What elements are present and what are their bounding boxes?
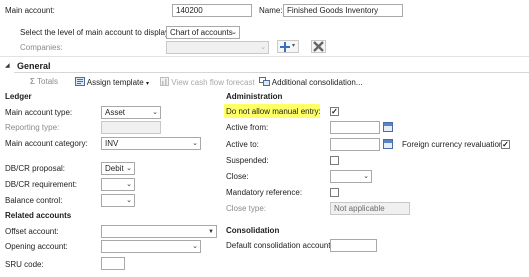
view-cash-flow-label: View cash flow forecast bbox=[171, 78, 255, 87]
mandatory-reference-checkbox[interactable] bbox=[330, 188, 339, 197]
active-to-field[interactable] bbox=[330, 138, 380, 151]
dc-proposal-label: DB/CR proposal: bbox=[5, 164, 66, 173]
consolidation-icon bbox=[259, 77, 270, 86]
main-account-category-value: INV bbox=[105, 139, 119, 148]
main-account-category-label: Main account category: bbox=[5, 139, 88, 148]
default-consolidation-account-field[interactable] bbox=[330, 239, 377, 252]
foreign-currency-revaluation-checkbox[interactable]: ✓ bbox=[501, 140, 510, 149]
sigma-icon: Σ bbox=[30, 77, 35, 86]
dc-requirement-label: DB/CR requirement: bbox=[5, 180, 78, 189]
active-from-label: Active from: bbox=[226, 123, 269, 132]
assign-template-label: Assign template bbox=[86, 78, 144, 87]
offset-account-select[interactable]: ▼ bbox=[101, 225, 217, 238]
main-account-type-select[interactable]: Asset ⌄ bbox=[101, 106, 161, 119]
level-select-value: Chart of accounts bbox=[170, 28, 233, 37]
totals-button[interactable]: Σ Totals bbox=[30, 77, 58, 87]
suspended-label: Suspended: bbox=[226, 156, 269, 165]
chevron-down-icon: ▾ bbox=[145, 81, 149, 87]
chevron-down-icon: ⌄ bbox=[126, 197, 132, 204]
administration-title: Administration bbox=[226, 92, 283, 101]
active-from-field[interactable] bbox=[330, 121, 380, 134]
section-title-general[interactable]: General bbox=[17, 61, 51, 71]
name-field[interactable]: Finished Goods Inventory bbox=[283, 4, 403, 17]
related-accounts-title: Related accounts bbox=[5, 211, 72, 220]
calendar-icon[interactable] bbox=[383, 122, 393, 132]
assign-template-button[interactable]: Assign template ▾ bbox=[75, 77, 149, 89]
ledger-title: Ledger bbox=[5, 92, 32, 101]
main-account-field[interactable]: 140200 bbox=[172, 4, 252, 17]
active-to-label: Active to: bbox=[226, 140, 259, 149]
chevron-down-icon: ⌄ bbox=[363, 173, 369, 180]
chevron-down-icon: ⌄ bbox=[126, 181, 132, 188]
section-rule bbox=[14, 72, 529, 73]
close-select[interactable]: ⌄ bbox=[330, 170, 372, 183]
plus-icon bbox=[280, 42, 290, 52]
do-not-allow-manual-entry-label: Do not allow manual entry: bbox=[226, 107, 321, 116]
additional-consolidation-label: Additional consolidation... bbox=[271, 78, 363, 87]
template-icon bbox=[75, 77, 85, 86]
sru-code-field[interactable] bbox=[101, 257, 125, 270]
level-label: Select the level of main account to disp… bbox=[20, 28, 172, 37]
do-not-allow-manual-entry-checkbox[interactable]: ✓ bbox=[330, 107, 339, 116]
remove-company-button[interactable] bbox=[311, 40, 326, 53]
main-account-type-value: Asset bbox=[105, 108, 126, 117]
main-account-category-select[interactable]: INV ⌄ bbox=[101, 137, 201, 150]
dc-proposal-value: Debit bbox=[105, 164, 124, 173]
chevron-down-icon: ⌄ bbox=[231, 29, 237, 36]
triangle-down-icon: ▼ bbox=[208, 229, 214, 235]
main-account-label: Main account: bbox=[5, 6, 55, 15]
collapse-icon[interactable]: ◢ bbox=[5, 61, 10, 71]
balance-control-select[interactable]: ⌄ bbox=[101, 194, 135, 207]
opening-account-label: Opening account: bbox=[5, 242, 68, 251]
companies-label: Companies: bbox=[20, 43, 63, 52]
view-cash-flow-button[interactable]: View cash flow forecast bbox=[160, 77, 255, 88]
totals-label: Totals bbox=[37, 77, 58, 86]
name-label: Name: bbox=[259, 6, 283, 15]
main-account-type-label: Main account type: bbox=[5, 108, 73, 117]
mandatory-reference-label: Mandatory reference: bbox=[226, 188, 303, 197]
add-company-button[interactable]: ▾ bbox=[277, 40, 299, 53]
chevron-down-icon: ⌄ bbox=[260, 44, 266, 51]
level-select[interactable]: Chart of accounts ⌄ bbox=[166, 26, 240, 39]
close-type-label: Close type: bbox=[226, 204, 267, 213]
close-label: Close: bbox=[226, 172, 249, 181]
additional-consolidation-button[interactable]: Additional consolidation... bbox=[259, 77, 363, 88]
add-company-caret-icon: ▾ bbox=[292, 43, 296, 49]
companies-select[interactable]: ⌄ bbox=[166, 41, 269, 54]
cash-flow-icon bbox=[160, 77, 169, 86]
chevron-down-icon: ⌄ bbox=[192, 243, 198, 250]
section-divider bbox=[0, 56, 529, 57]
chevron-down-icon: ⌄ bbox=[152, 109, 158, 116]
dc-requirement-select[interactable]: ⌄ bbox=[101, 178, 135, 191]
dc-proposal-select[interactable]: Debit ⌄ bbox=[101, 162, 135, 175]
sru-code-label: SRU code: bbox=[5, 260, 44, 269]
calendar-icon[interactable] bbox=[383, 139, 393, 149]
reporting-type-label: Reporting type: bbox=[5, 123, 60, 132]
foreign-currency-revaluation-label: Foreign currency revaluation: bbox=[402, 140, 506, 149]
opening-account-select[interactable]: ⌄ bbox=[101, 240, 201, 253]
reporting-type-field bbox=[101, 121, 161, 134]
chevron-down-icon: ⌄ bbox=[192, 140, 198, 147]
suspended-checkbox[interactable] bbox=[330, 156, 339, 165]
offset-account-label: Offset account: bbox=[5, 227, 59, 236]
close-type-field: Not applicable bbox=[330, 202, 410, 215]
consolidation-title: Consolidation bbox=[226, 226, 280, 235]
default-consolidation-account-label: Default consolidation account: bbox=[226, 241, 333, 250]
chevron-down-icon: ⌄ bbox=[126, 165, 132, 172]
balance-control-label: Balance control: bbox=[5, 196, 63, 205]
delete-x-icon bbox=[313, 41, 324, 52]
